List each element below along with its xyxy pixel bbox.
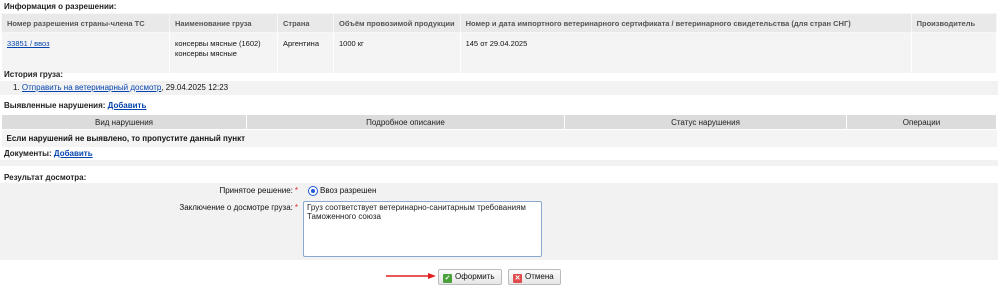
- cancel-button[interactable]: ✕ Отмена: [508, 269, 561, 285]
- submit-button[interactable]: ✓ Оформить: [438, 269, 502, 285]
- violations-header-row: Вид нарушения Подробное описание Статус …: [1, 114, 997, 130]
- col-producer: Производитель: [910, 13, 998, 33]
- violations-section-title: Выявленные нарушения: Добавить: [4, 101, 146, 110]
- conclusion-label: Заключение о досмотре груза: *: [179, 203, 298, 212]
- history-item: 1. Отправить на ветеринарный досмотр, 29…: [13, 83, 228, 92]
- required-mark: *: [294, 203, 298, 212]
- decision-label: Принятое решение: *: [219, 186, 298, 195]
- violations-empty-message: Если нарушений не выявлено, то пропустит…: [1, 129, 997, 147]
- history-section-title: История груза:: [4, 70, 64, 79]
- history-item-link[interactable]: Отправить на ветеринарный досмотр: [22, 83, 161, 92]
- permit-table: Номер разрешения страны-члена ТС Наимено…: [1, 13, 998, 74]
- col-violation-description: Подробное описание: [246, 114, 565, 130]
- cell-permit-number: 33851 / ввоз: [1, 32, 170, 74]
- col-country: Страна: [277, 13, 334, 33]
- conclusion-label-text: Заключение о досмотре груза:: [179, 203, 293, 212]
- violations-table: Вид нарушения Подробное описание Статус …: [1, 114, 997, 147]
- add-document-link[interactable]: Добавить: [54, 149, 93, 158]
- history-item-number: 1.: [13, 83, 20, 92]
- decision-radio[interactable]: [308, 186, 318, 196]
- cargo-name-line: консервы мясные: [175, 49, 237, 58]
- documents-section-title: Документы: Добавить: [4, 149, 93, 158]
- violations-title-text: Выявленные нарушения:: [4, 101, 106, 110]
- history-item-date: , 29.04.2025 12:23: [161, 83, 229, 92]
- col-violation-status: Статус нарушения: [564, 114, 847, 130]
- history-list: 1. Отправить на ветеринарный досмотр, 29…: [0, 81, 998, 95]
- result-section-title: Результат досмотра:: [4, 173, 87, 182]
- cell-country: Аргентина: [277, 32, 334, 74]
- add-violation-link[interactable]: Добавить: [108, 101, 147, 110]
- red-arrow-icon: [386, 273, 436, 279]
- conclusion-textarea[interactable]: Груз соответствует ветеринарно-санитарны…: [303, 201, 542, 257]
- cell-volume: 1000 кг: [333, 32, 461, 74]
- permit-header-row: Номер разрешения страны-члена ТС Наимено…: [1, 13, 998, 33]
- col-violation-operations: Операции: [846, 114, 997, 130]
- decision-label-text: Принятое решение:: [219, 186, 293, 195]
- table-row: Если нарушений не выявлено, то пропустит…: [1, 129, 997, 147]
- required-mark: *: [294, 186, 298, 195]
- cell-producer: [910, 32, 998, 74]
- table-row: 33851 / ввоз консервы мясные (1602) конс…: [1, 32, 998, 74]
- close-icon: ✕: [513, 274, 522, 283]
- col-permit-number: Номер разрешения страны-члена ТС: [1, 13, 170, 33]
- cargo-name-line: консервы мясные (1602): [175, 39, 261, 48]
- decision-radio-label[interactable]: Ввоз разрешен: [320, 186, 376, 195]
- submit-button-label: Оформить: [455, 272, 495, 281]
- documents-title-text: Документы:: [4, 149, 52, 158]
- permit-number-link[interactable]: 33851 / ввоз: [7, 39, 50, 48]
- permit-section-title: Информация о разрешении:: [4, 2, 117, 11]
- col-volume: Объём провозимой продукции: [333, 13, 461, 33]
- col-cargo-name: Наименование груза: [169, 13, 278, 33]
- cell-certificate: 145 от 29.04.2025: [459, 32, 912, 74]
- checkmark-icon: ✓: [443, 274, 452, 283]
- cancel-button-label: Отмена: [525, 272, 554, 281]
- col-violation-type: Вид нарушения: [1, 114, 247, 130]
- col-certificate: Номер и дата импортного ветеринарного се…: [459, 13, 912, 33]
- cell-cargo-name: консервы мясные (1602) консервы мясные: [169, 32, 278, 74]
- documents-list: [0, 160, 998, 166]
